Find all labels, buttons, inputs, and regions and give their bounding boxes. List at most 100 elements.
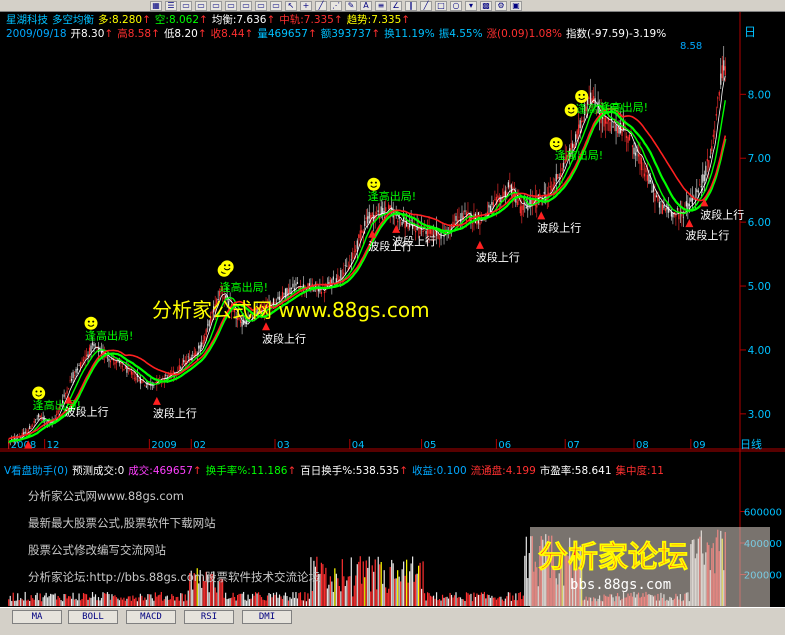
window-icon[interactable]: ▭ bbox=[240, 0, 252, 11]
volume-bar bbox=[117, 598, 119, 606]
volume-bar bbox=[165, 596, 167, 606]
volume-bar bbox=[79, 600, 82, 606]
volume-bar bbox=[410, 563, 412, 606]
sell-signal-label: 逢高出局! bbox=[220, 280, 268, 294]
header-row1-item: 星湖科技 bbox=[6, 13, 48, 26]
channel-icon[interactable]: ≡ bbox=[375, 0, 387, 11]
day-line-label[interactable]: 日线 bbox=[740, 437, 762, 450]
volume-bar bbox=[477, 594, 480, 606]
volume-bar bbox=[495, 599, 497, 606]
window-icon[interactable]: ▭ bbox=[180, 0, 192, 11]
indicator-tab-ma[interactable]: MA bbox=[12, 610, 62, 624]
volume-bar bbox=[479, 594, 481, 606]
volume-bar bbox=[283, 595, 285, 606]
pointer-icon[interactable]: ↖ bbox=[285, 0, 297, 11]
grid-icon[interactable]: ▦ bbox=[150, 0, 162, 11]
period-label[interactable]: 日 bbox=[744, 25, 756, 39]
volume-bar bbox=[437, 600, 439, 606]
window-icon[interactable]: ▭ bbox=[255, 0, 267, 11]
volume-bar bbox=[145, 599, 147, 606]
window-icon[interactable]: ▭ bbox=[195, 0, 207, 11]
volume-bar bbox=[341, 559, 343, 606]
indicator-tab-macd[interactable]: MACD bbox=[126, 610, 176, 624]
indicator-tab-rsi[interactable]: RSI bbox=[184, 610, 234, 624]
window-icon[interactable]: ▭ bbox=[210, 0, 222, 11]
volume-bar bbox=[464, 600, 466, 606]
text-icon[interactable]: A bbox=[360, 0, 372, 11]
volume-bar bbox=[435, 592, 438, 606]
smiley-icon bbox=[32, 386, 46, 400]
volume-bar bbox=[355, 575, 357, 606]
volume-bar bbox=[120, 597, 122, 606]
smiley-icon bbox=[220, 260, 234, 274]
volume-bar bbox=[54, 593, 56, 606]
volume-bar bbox=[192, 589, 194, 606]
header-row1-item: ↑ bbox=[199, 14, 208, 26]
volume-bar bbox=[66, 598, 68, 606]
price-chart[interactable]: 星湖科技 多空均衡 多:8.280↑ 空:8.062↑ 均衡:7.636↑ 中轨:7.33… bbox=[0, 12, 785, 450]
indicator-tab-boll[interactable]: BOLL bbox=[68, 610, 118, 624]
volume-bar bbox=[225, 592, 227, 606]
volume-bar bbox=[501, 599, 503, 606]
volume-bar bbox=[181, 593, 183, 606]
volume-bar bbox=[368, 556, 370, 606]
indicator-tab-dmi[interactable]: DMI bbox=[242, 610, 292, 624]
volume-bar bbox=[26, 600, 28, 606]
volume-bar bbox=[456, 597, 459, 606]
volume-bar bbox=[50, 593, 52, 606]
volume-bar bbox=[141, 595, 143, 606]
palette-icon[interactable]: ▩ bbox=[480, 0, 492, 11]
window-icon[interactable]: ▭ bbox=[270, 0, 282, 11]
volume-bar bbox=[94, 594, 97, 606]
volume-bar bbox=[180, 593, 182, 606]
volume-bar bbox=[36, 592, 38, 606]
volume-bar bbox=[216, 592, 218, 606]
y-tick-label: 8.00 bbox=[748, 89, 771, 101]
fan-icon[interactable]: ⋰ bbox=[330, 0, 342, 11]
header-row2-item: 量469657 bbox=[257, 28, 308, 40]
pen-icon[interactable]: ✎ bbox=[345, 0, 357, 11]
header-row1-item: ↑ bbox=[142, 14, 151, 26]
volume-bar bbox=[17, 593, 19, 606]
line-tool-icon[interactable]: ╱ bbox=[420, 0, 432, 11]
volume-bar bbox=[148, 594, 150, 606]
volume-bar bbox=[178, 600, 180, 606]
settings-icon[interactable]: ⚙ bbox=[495, 0, 507, 11]
down-arrow-icon[interactable]: ▾ bbox=[465, 0, 477, 11]
volume-bar bbox=[343, 576, 345, 606]
header-row1-item: 空:8.062 bbox=[155, 13, 199, 26]
volume-bar bbox=[168, 599, 170, 606]
volume-bar bbox=[127, 596, 130, 606]
volume-bar bbox=[474, 597, 477, 606]
volume-bar bbox=[69, 596, 71, 606]
rect-icon[interactable]: □ bbox=[435, 0, 447, 11]
save-icon[interactable]: ▣ bbox=[510, 0, 522, 11]
header-row2-item: 振4.55% bbox=[439, 27, 483, 40]
volume-bar bbox=[151, 598, 153, 606]
line-tool-icon[interactable]: ╱ bbox=[315, 0, 327, 11]
volume-bar bbox=[67, 596, 70, 606]
volume-bar bbox=[263, 600, 266, 606]
header-row2-item: ↑ bbox=[371, 28, 380, 40]
volume-bar bbox=[307, 593, 309, 606]
parallel-icon[interactable]: ∥ bbox=[405, 0, 417, 11]
forum-watermark-url: bbs.88gs.com bbox=[570, 577, 671, 593]
smiley-icon bbox=[549, 137, 563, 151]
volume-bar bbox=[419, 562, 421, 606]
window-icon[interactable]: ▭ bbox=[225, 0, 237, 11]
header-row2-item: ↑ bbox=[104, 28, 113, 40]
volume-bar bbox=[521, 599, 523, 606]
volume-bar bbox=[326, 588, 328, 606]
angle-icon[interactable]: ∠ bbox=[390, 0, 402, 11]
cross-icon[interactable]: + bbox=[300, 0, 312, 11]
list-icon[interactable]: ☰ bbox=[165, 0, 177, 11]
header-row2-item: ↑ bbox=[308, 28, 317, 40]
volume-bar bbox=[144, 597, 146, 606]
volume-bar bbox=[420, 588, 423, 606]
header-row2-item: 开8.30 bbox=[71, 28, 105, 40]
circle-icon[interactable]: ○ bbox=[450, 0, 462, 11]
volume-bar bbox=[509, 592, 511, 606]
volume-bar bbox=[96, 600, 98, 606]
volume-bar bbox=[519, 592, 521, 606]
volume-bar bbox=[516, 600, 518, 606]
